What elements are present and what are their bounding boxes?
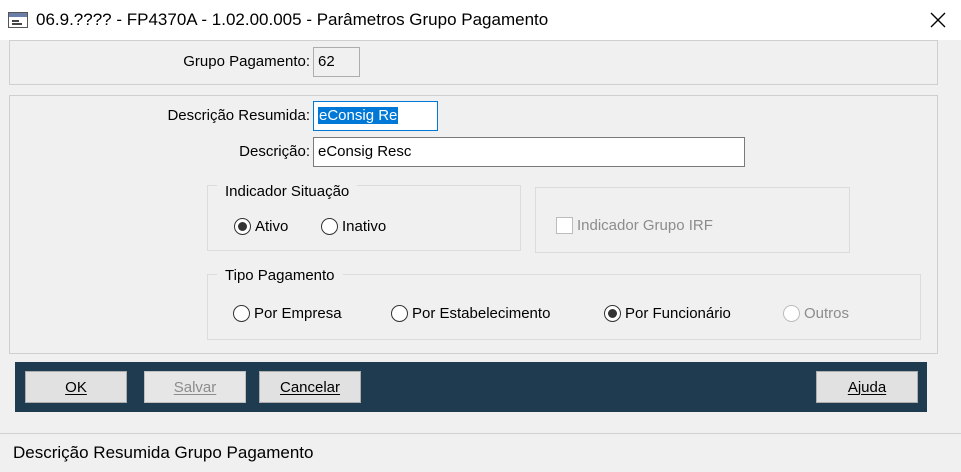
radio-unselected-icon	[233, 305, 250, 322]
radio-outros-label: Outros	[804, 305, 850, 322]
indicador-grupo-irf-label: Indicador Grupo IRF	[577, 217, 713, 234]
radio-outros[interactable]: Outros	[783, 305, 849, 322]
radio-inativo[interactable]: Inativo	[321, 218, 386, 235]
indicador-situacao-title: Indicador Situação	[217, 183, 358, 200]
indicador-grupo-irf-checkbox[interactable]: Indicador Grupo IRF	[556, 217, 713, 234]
radio-por-empresa-label: Por Empresa	[254, 305, 342, 322]
cancelar-button-label: Cancelar	[279, 378, 341, 396]
radio-unselected-icon	[391, 305, 408, 322]
window-title: 06.9.???? - FP4370A - 1.02.00.005 - Parâ…	[36, 10, 549, 29]
grupo-pagamento-panel	[9, 40, 938, 85]
radio-por-funcionario-label: Por Funcionário	[625, 305, 731, 322]
app-window-icon[interactable]	[8, 12, 28, 28]
close-icon	[930, 12, 946, 28]
radio-ativo[interactable]: Ativo	[234, 218, 288, 235]
salvar-button[interactable]: Salvar	[144, 371, 246, 403]
radio-unselected-icon	[783, 305, 800, 322]
cancelar-button[interactable]: Cancelar	[259, 371, 361, 403]
radio-selected-icon	[604, 305, 621, 322]
ajuda-button-label: Ajuda	[847, 378, 887, 396]
salvar-button-label: Salvar	[173, 378, 217, 396]
radio-por-estabelecimento[interactable]: Por Estabelecimento	[391, 305, 550, 322]
checkbox-unchecked-icon	[556, 217, 573, 234]
title-bar: 06.9.???? - FP4370A - 1.02.00.005 - Parâ…	[0, 0, 961, 40]
button-bar: OK Salvar Cancelar Ajuda	[15, 362, 927, 412]
radio-ativo-label: Ativo	[255, 218, 289, 235]
radio-por-funcionario[interactable]: Por Funcionário	[604, 305, 731, 322]
radio-por-estabelecimento-label: Por Estabelecimento	[412, 305, 551, 322]
status-text: Descrição Resumida Grupo Pagamento	[13, 443, 314, 462]
close-button[interactable]	[915, 0, 961, 40]
descricao-input[interactable]: eConsig Resc	[313, 137, 745, 167]
descricao-resumida-input[interactable]: eConsig Re	[313, 101, 438, 131]
ok-button-label: OK	[65, 378, 87, 396]
status-bar: Descrição Resumida Grupo Pagamento	[0, 433, 961, 472]
descricao-resumida-label: Descrição Resumida:	[167, 107, 310, 124]
tipo-pagamento-title: Tipo Pagamento	[217, 267, 343, 284]
grupo-pagamento-label: Grupo Pagamento:	[183, 53, 310, 70]
descricao-label: Descrição:	[239, 143, 310, 160]
radio-inativo-label: Inativo	[342, 218, 387, 235]
radio-selected-icon	[234, 218, 251, 235]
descricao-resumida-value: eConsig Re	[318, 107, 399, 124]
ok-button[interactable]: OK	[25, 371, 127, 403]
radio-por-empresa[interactable]: Por Empresa	[233, 305, 342, 322]
ajuda-button[interactable]: Ajuda	[816, 371, 918, 403]
grupo-pagamento-field[interactable]: 62	[313, 47, 360, 77]
radio-unselected-icon	[321, 218, 338, 235]
